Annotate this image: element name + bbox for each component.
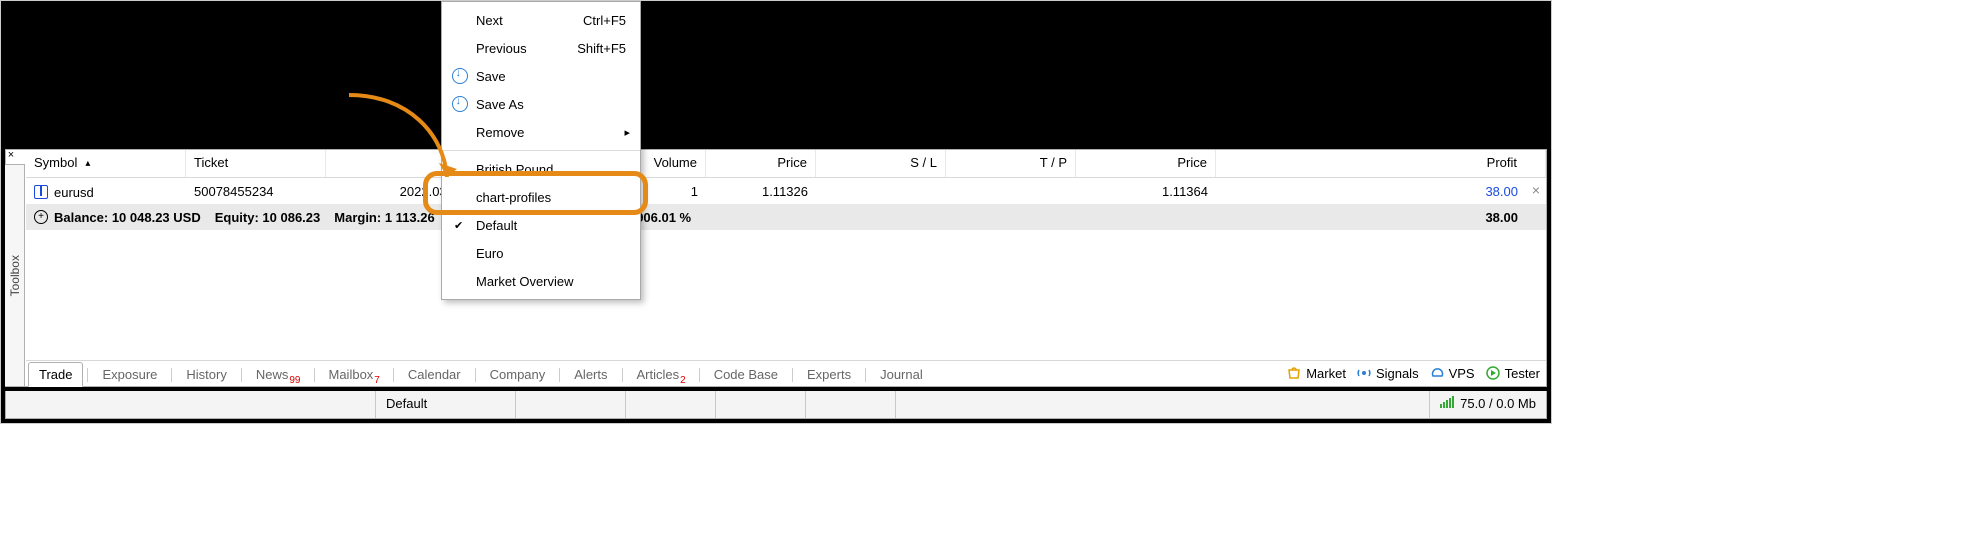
position-symbol: eurusd: [54, 185, 94, 200]
sb-empty5: [896, 391, 1430, 418]
news-badge: 99: [289, 375, 300, 386]
positions-grid: Symbol Ticket Time Type Volume Price S /…: [26, 150, 1546, 360]
menu-profile-chart-profiles[interactable]: chart-profiles: [442, 183, 640, 211]
tab-codebase[interactable]: Code Base: [704, 363, 788, 386]
menu-profile-british-pound[interactable]: British Pound: [442, 155, 640, 183]
col-ticket[interactable]: Ticket: [186, 150, 326, 177]
sb-empty2: [626, 391, 716, 418]
menu-previous[interactable]: PreviousShift+F5: [442, 34, 640, 62]
balance-label: Balance:: [54, 210, 108, 225]
tab-history[interactable]: History: [176, 363, 236, 386]
tab-news[interactable]: News99: [246, 363, 310, 386]
signals-link[interactable]: Signals: [1356, 365, 1419, 381]
vps-link[interactable]: VPS: [1429, 365, 1475, 381]
tab-mailbox[interactable]: Mailbox7: [319, 363, 389, 386]
tab-company[interactable]: Company: [480, 363, 556, 386]
articles-badge: 2: [680, 375, 686, 386]
position-profit: 38.00: [1216, 184, 1546, 199]
menu-profile-default[interactable]: Default: [442, 211, 640, 239]
menu-save[interactable]: Save: [442, 62, 640, 90]
col-tp[interactable]: T / P: [946, 150, 1076, 177]
tester-link[interactable]: Tester: [1485, 365, 1540, 381]
position-price2: 1.11364: [1076, 184, 1216, 199]
symbol-icon: [34, 185, 48, 199]
col-price[interactable]: Price: [706, 150, 816, 177]
sb-empty1: [516, 391, 626, 418]
sb-empty3: [716, 391, 806, 418]
tester-icon: [1485, 365, 1501, 381]
tab-journal[interactable]: Journal: [870, 363, 933, 386]
save-as-icon: [452, 96, 468, 112]
tab-calendar[interactable]: Calendar: [398, 363, 471, 386]
summary-row: + Balance: 10 048.23 USD Equity: 10 086.…: [26, 204, 1546, 230]
tab-experts[interactable]: Experts: [797, 363, 861, 386]
mailbox-badge: 7: [374, 375, 380, 386]
sb-help: [6, 391, 376, 418]
toolbox-close-button[interactable]: ×: [4, 148, 18, 162]
grid-header: Symbol Ticket Time Type Volume Price S /…: [26, 150, 1546, 178]
col-price2[interactable]: Price: [1076, 150, 1216, 177]
profile-context-menu: NextCtrl+F5 PreviousShift+F5 Save Save A…: [441, 1, 641, 300]
balance-value: 10 048.23 USD: [112, 210, 201, 225]
sb-profile[interactable]: Default: [376, 391, 516, 418]
tab-articles[interactable]: Articles2: [627, 363, 695, 386]
col-profit[interactable]: Profit: [1216, 150, 1546, 177]
menu-remove[interactable]: Remove: [442, 118, 640, 146]
menu-save-as[interactable]: Save As: [442, 90, 640, 118]
plus-icon[interactable]: +: [34, 210, 48, 224]
equity-label: Equity:: [215, 210, 259, 225]
equity-value: 10 086.23: [262, 210, 320, 225]
sb-connection[interactable]: 75.0 / 0.0 Mb: [1430, 391, 1546, 418]
menu-next[interactable]: NextCtrl+F5: [442, 6, 640, 34]
vps-icon: [1429, 365, 1445, 381]
tab-trade[interactable]: Trade: [28, 362, 83, 387]
save-icon: [452, 68, 468, 84]
level-value: 906.01 %: [636, 210, 691, 225]
toolbox-tabs: Trade Exposure History News99 Mailbox7 C…: [26, 360, 1546, 386]
sb-empty4: [806, 391, 896, 418]
position-ticket: 50078455234: [186, 184, 326, 199]
menu-profile-euro[interactable]: Euro: [442, 239, 640, 267]
col-symbol[interactable]: Symbol: [26, 150, 186, 177]
position-row[interactable]: eurusd 50078455234 2022.03.31 11:19:49 b…: [26, 178, 1546, 204]
toolbox-vertical-tab[interactable]: Toolbox: [5, 164, 25, 387]
signals-icon: [1356, 365, 1372, 381]
position-close-icon[interactable]: ×: [1532, 182, 1540, 198]
position-price: 1.11326: [706, 184, 816, 199]
toolbox-panel: × Toolbox Symbol Ticket Time Type Volume…: [5, 149, 1547, 387]
shortcut-previous: Shift+F5: [577, 41, 626, 56]
margin-value: 1 113.26: [385, 210, 435, 225]
col-sl[interactable]: S / L: [816, 150, 946, 177]
toolbox-title: Toolbox: [8, 255, 22, 296]
menu-profile-market-overview[interactable]: Market Overview: [442, 267, 640, 295]
summary-profit: 38.00: [1485, 210, 1538, 225]
shortcut-next: Ctrl+F5: [583, 13, 626, 28]
market-icon: [1286, 365, 1302, 381]
tab-alerts[interactable]: Alerts: [564, 363, 617, 386]
menu-divider: [442, 150, 640, 151]
status-bar: Default 75.0 / 0.0 Mb: [5, 391, 1547, 419]
tab-exposure[interactable]: Exposure: [92, 363, 167, 386]
market-link[interactable]: Market: [1286, 365, 1346, 381]
margin-label: Margin:: [334, 210, 381, 225]
